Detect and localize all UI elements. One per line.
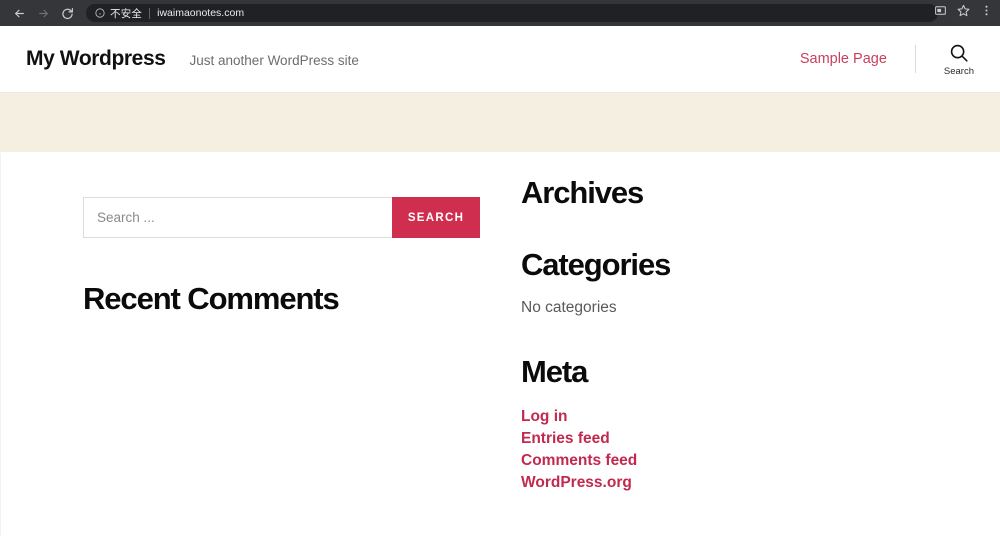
forward-button[interactable] — [32, 2, 54, 24]
nav-link-sample-page[interactable]: Sample Page — [800, 51, 887, 67]
site-header: My Wordpress Just another WordPress site… — [0, 26, 1000, 92]
search-toggle-button[interactable]: Search — [944, 42, 974, 77]
address-bar[interactable]: 不安全 iwaimaonotes.com — [86, 4, 938, 22]
security-status-label: 不安全 — [110, 7, 143, 20]
list-item: Comments feed — [521, 452, 1000, 470]
search-submit-button[interactable]: SEARCH — [392, 197, 480, 238]
list-item: Log in — [521, 408, 1000, 426]
categories-empty-note: No categories — [521, 299, 617, 317]
meta-heading: Meta — [521, 354, 588, 390]
arrow-left-icon — [13, 7, 26, 20]
meta-link-comments-feed[interactable]: Comments feed — [521, 452, 637, 469]
cast-icon — [934, 4, 947, 22]
star-icon — [957, 4, 970, 22]
browser-toolbar: 不安全 iwaimaonotes.com — [0, 0, 1000, 26]
header-navigation: Sample Page Search — [800, 42, 974, 77]
list-item: Entries feed — [521, 430, 1000, 448]
reload-icon — [61, 7, 74, 20]
info-circle-icon[interactable] — [95, 8, 105, 18]
meta-link-wordpress-org[interactable]: WordPress.org — [521, 474, 632, 491]
arrow-right-icon — [37, 7, 50, 20]
browser-menu-button[interactable] — [976, 3, 996, 23]
site-title[interactable]: My Wordpress — [26, 47, 166, 71]
search-widget: SEARCH — [83, 197, 480, 238]
meta-links-list: Log in Entries feed Comments feed WordPr… — [521, 408, 1000, 492]
back-button[interactable] — [8, 2, 30, 24]
three-dot-menu-icon — [980, 4, 993, 22]
meta-link-entries-feed[interactable]: Entries feed — [521, 430, 610, 447]
site-tagline: Just another WordPress site — [189, 53, 359, 68]
bookmark-button[interactable] — [953, 3, 973, 23]
omnibox-divider — [149, 7, 151, 19]
categories-heading: Categories — [521, 246, 671, 282]
list-item: WordPress.org — [521, 474, 1000, 492]
meta-link-log-in[interactable]: Log in — [521, 408, 568, 425]
site-branding: My Wordpress Just another WordPress site — [26, 47, 359, 71]
recent-comments-heading: Recent Comments — [83, 281, 340, 316]
sidebar-column: Archives Categories No categories Meta L… — [500, 175, 1000, 496]
hero-banner — [0, 92, 1000, 153]
page-content: SEARCH Recent Comments Archives Categori… — [0, 153, 1000, 536]
search-icon — [948, 42, 970, 64]
browser-actions — [930, 0, 996, 26]
main-column: SEARCH Recent Comments — [0, 197, 500, 496]
reload-button[interactable] — [56, 2, 78, 24]
cast-button[interactable] — [930, 3, 950, 23]
search-toggle-label: Search — [943, 65, 974, 77]
search-input[interactable] — [83, 197, 392, 238]
archives-heading: Archives — [521, 175, 644, 210]
url-text: iwaimaonotes.com — [157, 7, 245, 19]
header-divider — [914, 45, 916, 73]
page-left-rule — [0, 153, 1, 536]
browser-nav-group — [8, 2, 78, 24]
